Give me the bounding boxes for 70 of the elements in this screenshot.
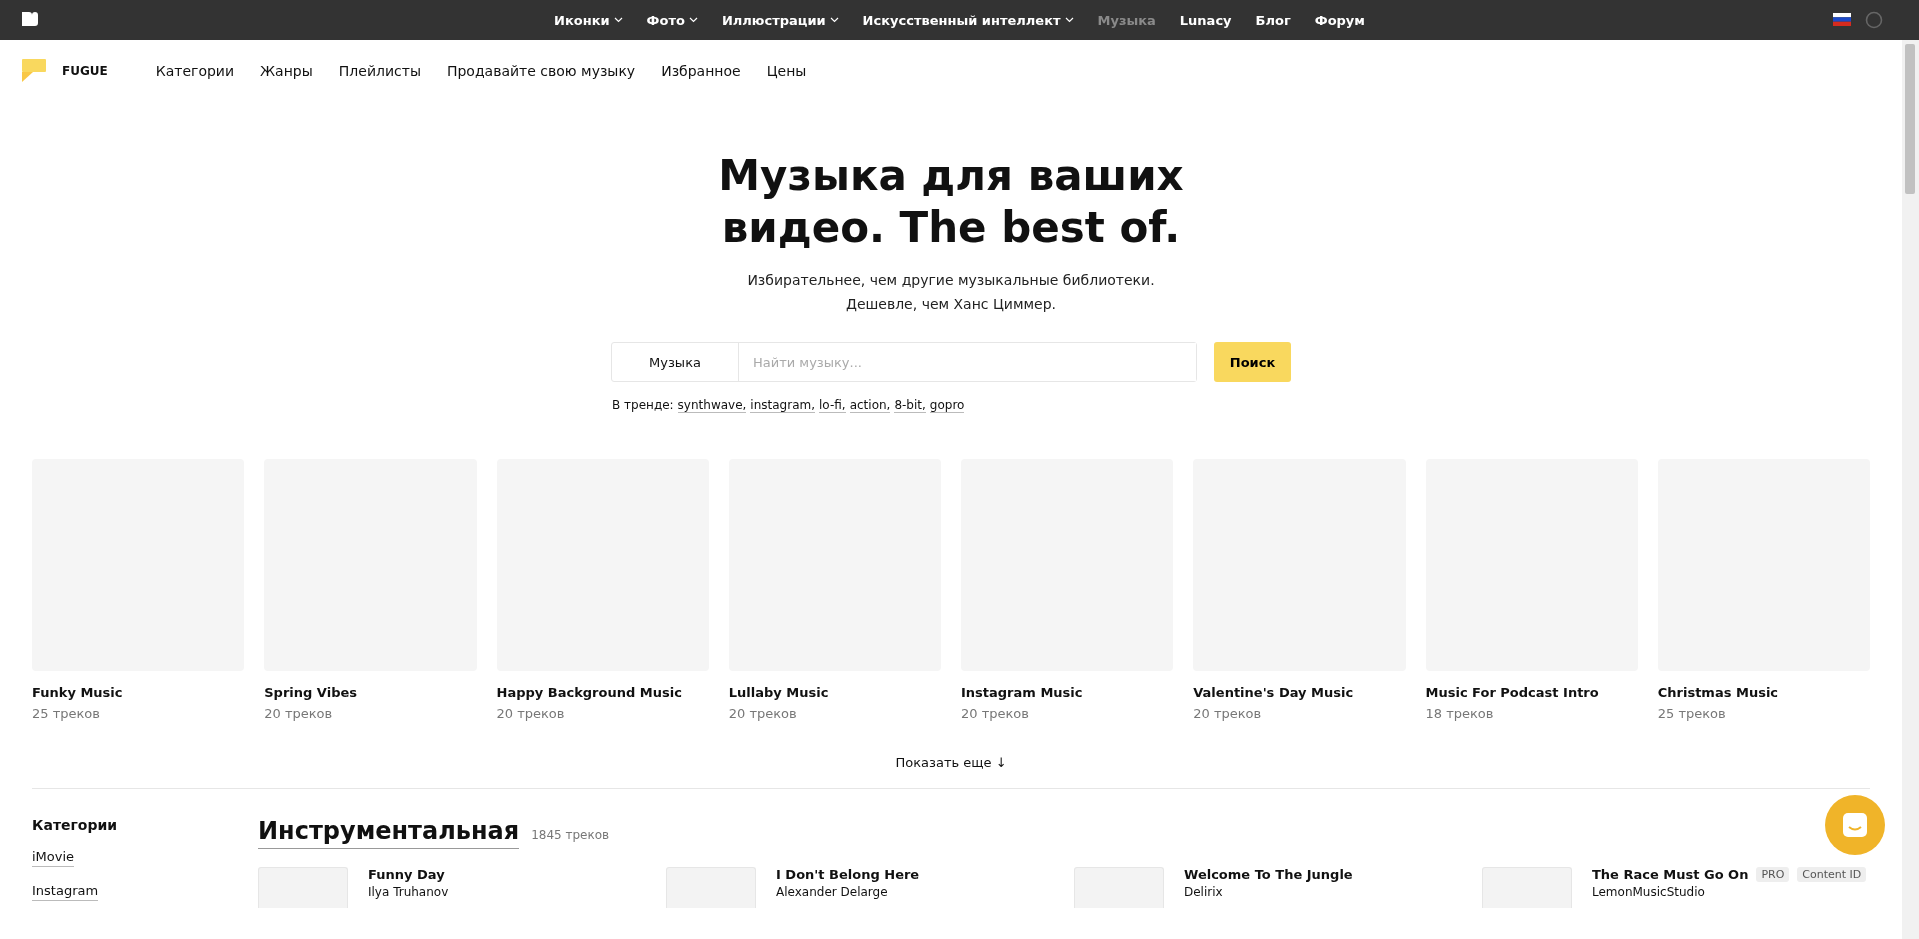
scrollbar-thumb[interactable] xyxy=(1905,44,1915,194)
track-badge: PRO xyxy=(1756,867,1790,882)
track-artist[interactable]: Delirix xyxy=(1184,885,1223,899)
scrollbar[interactable] xyxy=(1902,40,1919,939)
fugue-logo-icon[interactable] xyxy=(22,59,46,83)
playlist-title[interactable]: Christmas Music xyxy=(1657,685,1870,700)
playlist-title[interactable]: Music For Podcast Intro xyxy=(1425,685,1638,700)
hero-title: Музыка для ваших видео. The best of. xyxy=(717,150,1185,254)
subnav-link[interactable]: Жанры xyxy=(260,63,313,79)
nav-link[interactable]: Музыка xyxy=(1097,12,1156,28)
track-count: 25 треков xyxy=(32,706,101,721)
track-count: 20 треков xyxy=(1193,706,1263,721)
track-count: 25 треков xyxy=(1657,706,1727,721)
track-title[interactable]: Welcome To The Jungle xyxy=(1184,867,1353,882)
hero-subtitle: Избирательнее, чем другие музыкальные библиотеки. Дешевле, чем Ханс Циммер. xyxy=(746,271,1156,314)
sidebar-title: Категории xyxy=(32,817,119,833)
trending-link[interactable]: gopro xyxy=(929,398,965,413)
playlist-title[interactable]: Valentine's Day Music xyxy=(1193,685,1406,700)
trending-link[interactable]: 8-bit, xyxy=(894,398,926,413)
brand-name[interactable]: FUGUE xyxy=(62,64,108,78)
trending-link[interactable]: instagram, xyxy=(750,398,816,413)
track-count: 20 треков xyxy=(496,706,566,721)
track-title[interactable]: Funny Day xyxy=(368,867,445,882)
track-title[interactable]: The Race Must Go On xyxy=(1592,867,1749,882)
flag-icon[interactable] xyxy=(1833,13,1851,26)
nav-link[interactable]: Блог xyxy=(1255,12,1291,28)
trending-label: В тренде: xyxy=(612,398,674,413)
nav-link[interactable]: Иконки xyxy=(554,12,623,28)
playlist-title[interactable]: Spring Vibes xyxy=(264,685,477,700)
search-button[interactable]: Поиск xyxy=(1214,342,1291,382)
show-more-link[interactable]: Показать еще ↓ xyxy=(895,755,1007,770)
playlist-title[interactable]: Funky Music xyxy=(32,685,245,700)
logo-icon[interactable] xyxy=(22,12,38,26)
track-cover[interactable] xyxy=(1482,867,1572,908)
nav-link[interactable]: Форум xyxy=(1314,12,1365,28)
nav-link[interactable]: Lunacy xyxy=(1179,12,1232,28)
category-link[interactable]: iMovie xyxy=(32,849,75,867)
subnav-link[interactable]: Избранное xyxy=(661,63,741,79)
playlist-title[interactable]: Instagram Music xyxy=(961,685,1174,700)
nav-link[interactable]: Фото xyxy=(646,12,698,28)
track-artist[interactable]: Alexander Delarge xyxy=(776,885,888,899)
nav-link[interactable]: Иллюстрации xyxy=(721,12,839,28)
track-title[interactable]: I Don't Belong Here xyxy=(776,867,920,882)
track-cover[interactable] xyxy=(258,867,348,908)
track-count: 18 треков xyxy=(1425,706,1495,721)
trending-link[interactable]: lo-fi, xyxy=(819,398,846,413)
nav-link[interactable]: Искусственный интеллект xyxy=(862,12,1074,28)
track-count: 20 треков xyxy=(961,706,1030,721)
trending-link[interactable]: action, xyxy=(849,398,891,413)
search-field[interactable]: Музыка Найти музыку... xyxy=(611,342,1197,382)
track-artist[interactable]: LemonMusicStudio xyxy=(1592,885,1705,899)
trending-link[interactable]: synthwave, xyxy=(677,398,747,413)
track-artist[interactable]: Ilya Truhanov xyxy=(368,885,449,899)
chat-icon xyxy=(1841,811,1869,839)
category-link[interactable]: Instagram xyxy=(32,883,99,901)
subnav-link[interactable]: Категории xyxy=(155,63,235,79)
spinner-icon xyxy=(1865,11,1883,29)
subnav-link[interactable]: Продавайте свою музыку xyxy=(446,63,636,79)
playlist-title[interactable]: Lullaby Music xyxy=(728,685,941,700)
chat-button[interactable] xyxy=(1825,795,1885,855)
track-count: 1845 треков xyxy=(531,828,610,842)
track-cover[interactable] xyxy=(1074,867,1164,908)
subnav-link[interactable]: Цены xyxy=(766,63,807,79)
track-badge: Content ID xyxy=(1797,867,1867,882)
track-count: 20 треков xyxy=(728,706,798,721)
track-cover[interactable] xyxy=(666,867,756,908)
playlist-title[interactable]: Happy Background Music xyxy=(496,685,709,700)
subnav-link[interactable]: Плейлисты xyxy=(338,63,421,79)
section-title: Инструментальная xyxy=(258,817,520,849)
track-count: 20 треков xyxy=(264,706,334,721)
